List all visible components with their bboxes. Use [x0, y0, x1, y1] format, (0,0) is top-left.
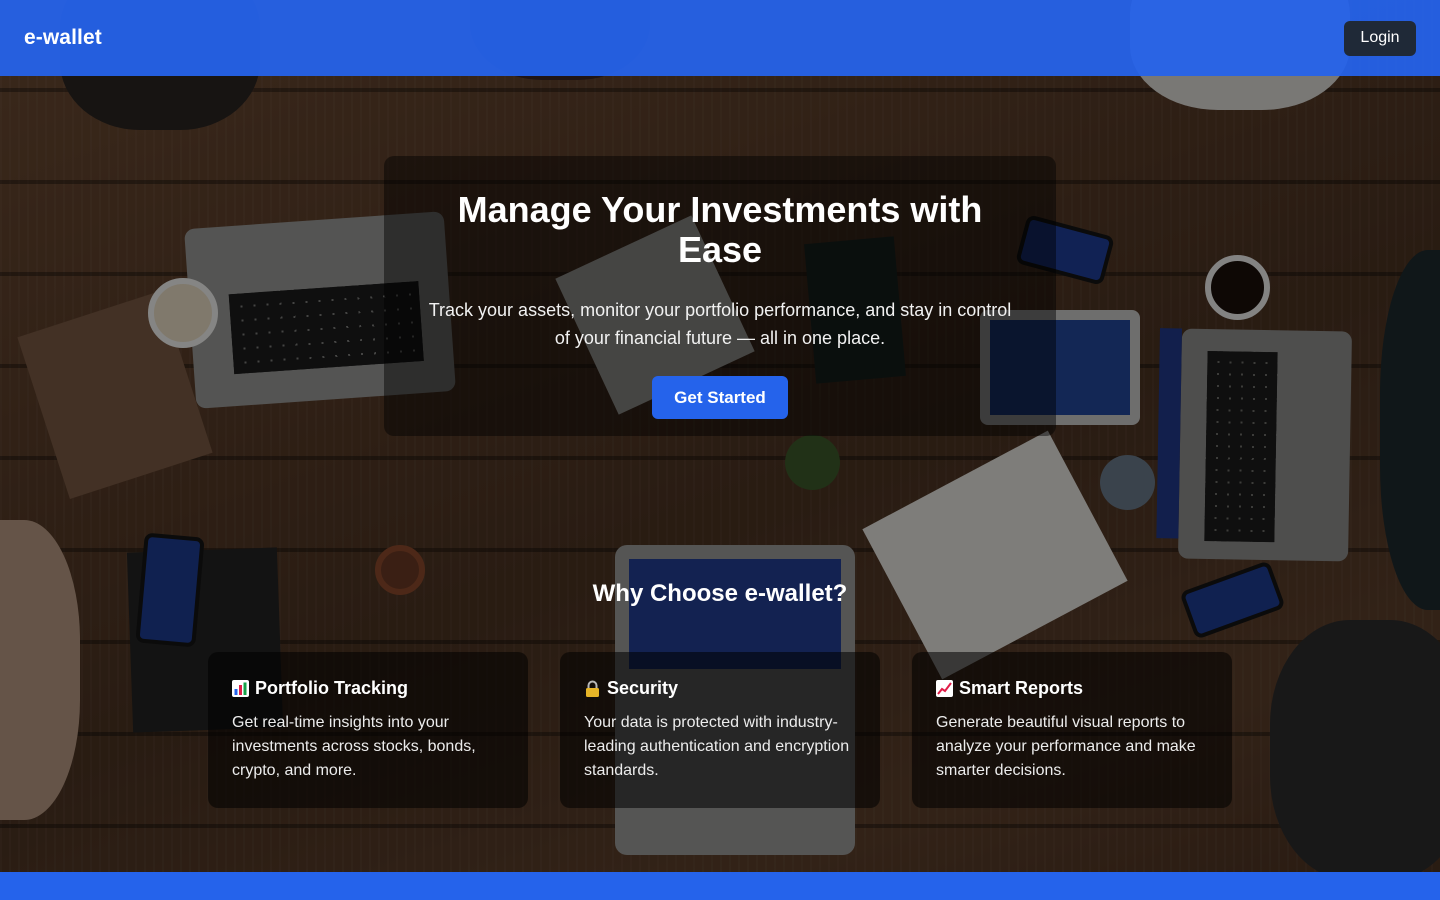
feature-card-security: Security Your data is protected with ind… — [560, 652, 880, 808]
feature-cards: Portfolio Tracking Get real-time insight… — [208, 652, 1232, 808]
feature-card-title: Security — [607, 678, 679, 698]
feature-card-text: Get real-time insights into your investm… — [232, 714, 476, 779]
lock-icon — [584, 680, 601, 697]
feature-card-smart-reports: Smart Reports Generate beautiful visual … — [912, 652, 1232, 808]
footer-bar — [0, 872, 1440, 900]
feature-card-text: Your data is protected with industry-lea… — [584, 714, 850, 779]
feature-card-portfolio-tracking: Portfolio Tracking Get real-time insight… — [208, 652, 528, 808]
feature-card-text: Generate beautiful visual reports to ana… — [936, 714, 1196, 779]
hero-title: Manage Your Investments with Ease — [457, 189, 983, 270]
brand-logo[interactable]: e-wallet — [24, 26, 102, 50]
top-navbar: e-wallet Login — [0, 0, 1440, 76]
login-button[interactable]: Login — [1344, 20, 1416, 56]
get-started-button[interactable]: Get Started — [652, 376, 788, 419]
hero-subtitle: Track your assets, monitor your portfoli… — [428, 300, 1012, 348]
hero-panel: Manage Your Investments with Ease Track … — [384, 156, 1056, 436]
trend-chart-icon — [936, 680, 953, 697]
bar-chart-icon — [232, 680, 249, 697]
feature-card-title: Smart Reports — [959, 678, 1084, 698]
features-heading: Why Choose e-wallet? — [592, 580, 848, 607]
feature-card-title: Portfolio Tracking — [255, 678, 409, 698]
